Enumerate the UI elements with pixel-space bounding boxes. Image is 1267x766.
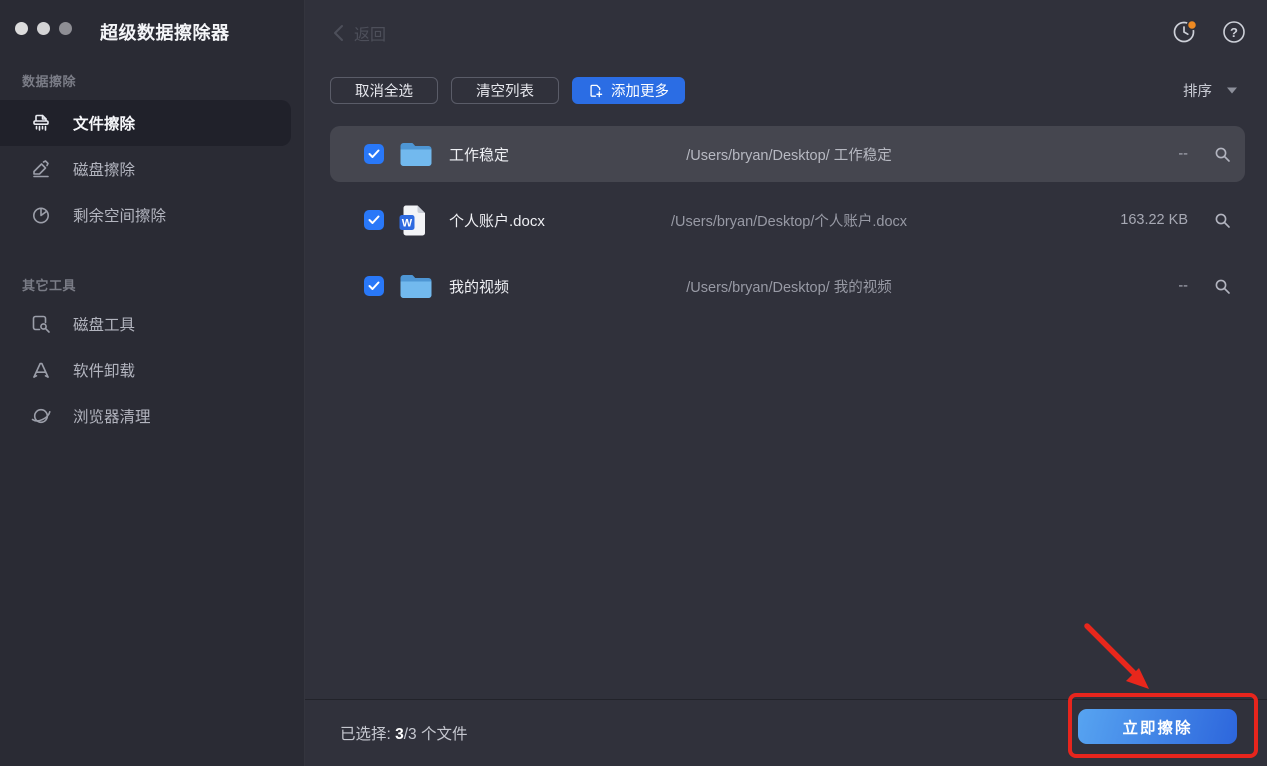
search-icon[interactable] — [1214, 146, 1231, 163]
check-icon — [368, 281, 380, 291]
sort-label: 排序 — [1183, 80, 1212, 101]
window-zoom-button[interactable] — [59, 22, 72, 35]
row-checkbox-checked[interactable] — [364, 144, 384, 164]
check-icon — [368, 215, 380, 225]
selection-status: 已选择: 3/3 个文件 — [340, 722, 467, 744]
file-list: 工作稳定 /Users/bryan/Desktop/ 工作稳定 -- — [330, 126, 1245, 324]
file-path: /Users/bryan/Desktop/ 我的视频 — [599, 276, 979, 297]
sidebar-item-label: 浏览器清理 — [73, 405, 151, 427]
table-row[interactable]: 我的视频 /Users/bryan/Desktop/ 我的视频 -- — [330, 258, 1245, 314]
file-size: -- — [1068, 146, 1188, 162]
row-checkbox-checked[interactable] — [364, 210, 384, 230]
browser-globe-icon — [30, 405, 52, 427]
sidebar-item-file-erase[interactable]: 文件擦除 — [0, 100, 291, 146]
search-icon[interactable] — [1214, 278, 1231, 295]
table-row[interactable]: 工作稳定 /Users/bryan/Desktop/ 工作稳定 -- — [330, 126, 1245, 182]
app-title: 超级数据擦除器 — [100, 19, 230, 45]
sidebar-item-label: 文件擦除 — [73, 112, 135, 134]
sidebar-section-other-tools: 其它工具 — [22, 275, 76, 294]
search-icon[interactable] — [1214, 212, 1231, 229]
clear-list-button[interactable]: 清空列表 — [451, 77, 559, 104]
sidebar-item-label: 磁盘工具 — [73, 313, 135, 335]
disk-wrench-icon — [30, 313, 52, 335]
back-button[interactable]: 返回 — [333, 21, 386, 45]
sidebar-item-disk-erase[interactable]: 磁盘擦除 — [0, 146, 291, 192]
sidebar-item-disk-tools[interactable]: 磁盘工具 — [0, 301, 291, 347]
sidebar-item-app-uninstall[interactable]: 软件卸载 — [0, 347, 291, 393]
window-controls[interactable] — [15, 22, 72, 35]
file-name: 我的视频 — [449, 276, 599, 297]
sidebar-item-label: 磁盘擦除 — [73, 158, 135, 180]
file-name: 个人账户.docx — [449, 210, 599, 231]
word-document-icon: W — [399, 204, 432, 237]
sidebar-item-label: 剩余空间擦除 — [73, 204, 166, 226]
sidebar-item-label: 软件卸载 — [73, 359, 135, 381]
list-toolbar: 取消全选 清空列表 添加更多 排序 — [330, 77, 1237, 104]
pie-chart-icon — [30, 204, 52, 226]
disk-erase-icon — [30, 158, 52, 180]
folder-icon — [399, 141, 432, 168]
sidebar-item-browser-clean[interactable]: 浏览器清理 — [0, 393, 291, 439]
window-minimize-button[interactable] — [37, 22, 50, 35]
add-more-button[interactable]: 添加更多 — [572, 77, 685, 104]
chevron-left-icon — [333, 24, 344, 42]
file-size: -- — [1068, 278, 1188, 294]
shredder-icon — [30, 112, 52, 134]
main-panel: 返回 ? 取消全选 清空列表 添加更多 排序 — [305, 0, 1267, 766]
uninstall-icon — [30, 359, 52, 381]
selected-count: 3 — [395, 726, 404, 743]
file-size: 163.22 KB — [1068, 212, 1188, 228]
check-icon — [368, 149, 380, 159]
history-icon[interactable] — [1171, 18, 1199, 46]
sort-control[interactable]: 排序 — [1183, 80, 1237, 101]
sidebar-item-free-space-erase[interactable]: 剩余空间擦除 — [0, 192, 291, 238]
notification-badge — [1188, 21, 1197, 30]
deselect-all-button[interactable]: 取消全选 — [330, 77, 438, 104]
row-checkbox-checked[interactable] — [364, 276, 384, 296]
file-name: 工作稳定 — [449, 144, 599, 165]
add-file-icon — [588, 83, 603, 99]
erase-now-button[interactable]: 立即擦除 — [1078, 709, 1237, 744]
chevron-down-icon — [1227, 87, 1237, 94]
back-label: 返回 — [354, 21, 386, 45]
add-more-label: 添加更多 — [611, 80, 669, 101]
sidebar: 超级数据擦除器 数据擦除 文件擦除 磁盘擦除 剩余空间擦 — [0, 0, 305, 766]
table-row[interactable]: W 个人账户.docx /Users/bryan/Desktop/个人账户.do… — [330, 192, 1245, 248]
file-path: /Users/bryan/Desktop/ 工作稳定 — [599, 144, 979, 165]
sidebar-section-data-erase: 数据擦除 — [22, 71, 76, 90]
window-close-button[interactable] — [15, 22, 28, 35]
svg-text:W: W — [402, 217, 413, 229]
footer-bar: 已选择: 3/3 个文件 立即擦除 — [305, 699, 1267, 766]
help-icon[interactable]: ? — [1221, 19, 1247, 45]
svg-text:?: ? — [1230, 25, 1238, 40]
folder-icon — [399, 273, 432, 300]
file-path: /Users/bryan/Desktop/个人账户.docx — [599, 210, 979, 231]
annotation-highlight-box: 立即擦除 — [1068, 693, 1258, 758]
